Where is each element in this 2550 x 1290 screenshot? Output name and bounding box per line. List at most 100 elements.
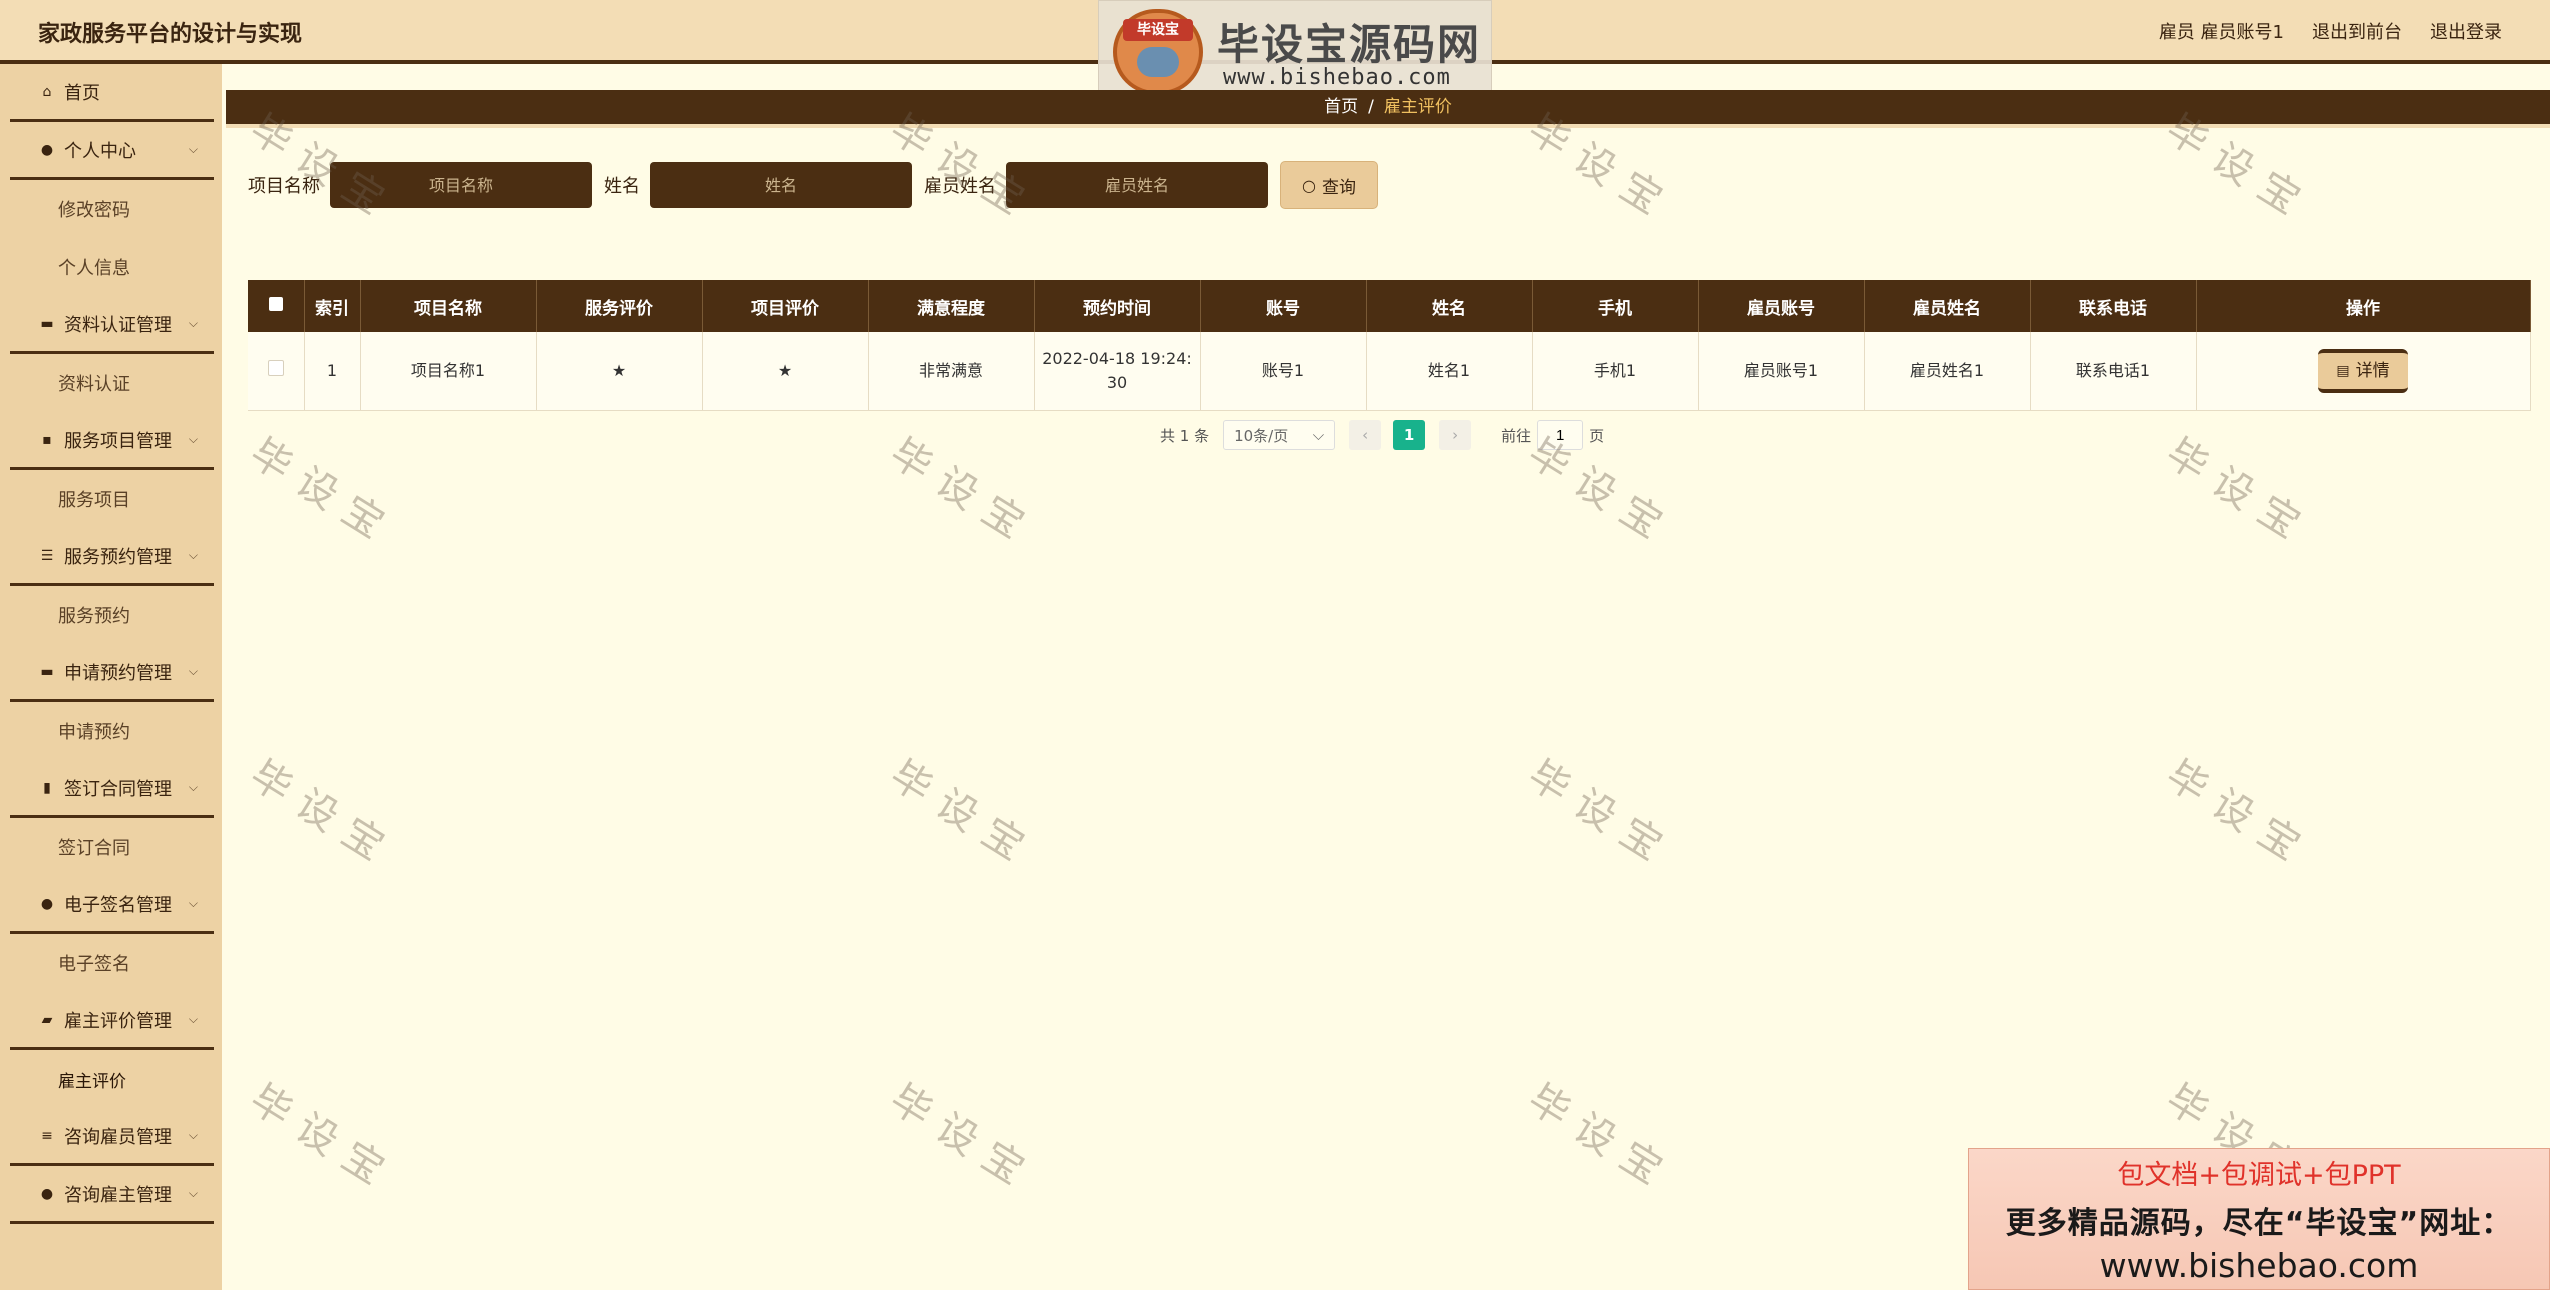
sidebar-group-esign[interactable]: ● 电子签名管理 ⌵ <box>10 876 214 934</box>
select-all-header[interactable] <box>248 280 305 332</box>
column-header: 索引 <box>304 280 361 332</box>
project-name-input[interactable] <box>330 162 592 208</box>
cell-account: 账号1 <box>1200 332 1367 411</box>
back-to-front-link[interactable]: 退出到前台 <box>2312 18 2402 44</box>
app-title: 家政服务平台的设计与实现 <box>38 22 303 47</box>
sidebar-item-service-booking[interactable]: 服务预约 <box>10 586 214 644</box>
logo-name: 毕设宝源码网 <box>1217 20 1482 69</box>
column-header: 满意程度 <box>868 280 1035 332</box>
document-icon: ▤ <box>2336 363 2350 379</box>
sidebar-item-contract[interactable]: 签订合同 <box>10 818 214 876</box>
current-user-label: 雇员 雇员账号1 <box>2158 22 2284 43</box>
column-header: 项目名称 <box>360 280 537 332</box>
next-page-button[interactable]: › <box>1439 420 1472 450</box>
sidebar-item-esign[interactable]: 电子签名 <box>10 934 214 992</box>
list-icon: ≡ <box>41 1127 53 1144</box>
logo-tag: 毕设宝 <box>1123 19 1193 41</box>
cell-name: 姓名1 <box>1366 332 1533 411</box>
review-table: 索引 项目名称 服务评价 项目评价 满意程度 预约时间 账号 姓名 手机 雇员账… <box>248 280 2531 411</box>
employee-name-input[interactable] <box>1006 162 1268 208</box>
sidebar-group-contract[interactable]: ▮ 签订合同管理 ⌵ <box>10 760 214 818</box>
ad-line-offer: 包文档+包调试+包PPT <box>2117 1160 2401 1191</box>
sidebar-group-credential[interactable]: ▬ 资料认证管理 ⌵ <box>10 296 214 354</box>
chat-icon: ▪ <box>42 431 52 448</box>
column-header: 姓名 <box>1366 280 1533 332</box>
cell-actions: ▤ 详情 <box>2196 332 2531 411</box>
cell-booking-time: 2022-04-18 19:24:30 <box>1034 332 1201 411</box>
chevron-right-icon: › <box>1452 426 1459 444</box>
logout-link[interactable]: 退出登录 <box>2430 18 2502 44</box>
sidebar-group-personal[interactable]: ● 个人中心 ⌵ <box>10 122 214 180</box>
bulb-icon: ● <box>40 895 54 912</box>
sidebar-item-change-password[interactable]: 修改密码 <box>10 180 214 238</box>
sidebar-item-credential[interactable]: 资料认证 <box>10 354 214 412</box>
user-icon: ● <box>40 1185 54 1202</box>
breadcrumb-current: 雇主评价 <box>1383 97 1452 117</box>
ad-banner[interactable]: 包文档+包调试+包PPT 更多精品源码，尽在“毕设宝”网址： www.bishe… <box>1968 1148 2550 1290</box>
table-header-row: 索引 项目名称 服务评价 项目评价 满意程度 预约时间 账号 姓名 手机 雇员账… <box>248 280 2531 332</box>
sidebar-item-apply-booking[interactable]: 申请预约 <box>10 702 214 760</box>
sidebar: ⌂ 首页 ● 个人中心 ⌵ 修改密码 个人信息 ▬ 资料认证管理 ⌵ 资料认证 … <box>0 64 222 1290</box>
sidebar-item-employer-review[interactable]: 雇主评价 <box>10 1050 214 1108</box>
sidebar-item-service-project[interactable]: 服务项目 <box>10 470 214 528</box>
pagination: 共 1 条 10条/页 ⌵ ‹ 1 › 前往 页 <box>1160 420 1604 450</box>
cell-employee-name: 雇员姓名1 <box>1864 332 2031 411</box>
user-icon: ● <box>40 141 54 158</box>
chevron-down-icon: ⌵ <box>188 142 198 156</box>
total-count: 共 1 条 <box>1160 426 1210 445</box>
chevron-down-icon: ⌵ <box>188 316 198 330</box>
select-all-checkbox[interactable] <box>268 297 283 311</box>
cell-contact: 联系电话1 <box>2030 332 2197 411</box>
column-header: 雇员账号 <box>1698 280 1865 332</box>
cell-employee-account: 雇员账号1 <box>1698 332 1865 411</box>
chevron-down-icon: ⌵ <box>188 548 198 562</box>
sidebar-item-personal-info[interactable]: 个人信息 <box>10 238 214 296</box>
page-number-current[interactable]: 1 <box>1393 420 1426 450</box>
column-header: 预约时间 <box>1034 280 1201 332</box>
name-input[interactable] <box>650 162 912 208</box>
sidebar-group-service-booking[interactable]: ☰ 服务预约管理 ⌵ <box>10 528 214 586</box>
sidebar-group-employer-review[interactable]: ▰ 雇主评价管理 ⌵ <box>10 992 214 1050</box>
sidebar-item-home[interactable]: ⌂ 首页 <box>10 64 214 122</box>
sliders-icon: ☰ <box>40 547 54 564</box>
cell-index: 1 <box>304 332 361 411</box>
main-content: 首页 / 雇主评价 项目名称 姓名 雇员姓名 ○ 查询 索引 项目名称 服务评价 项… <box>222 64 2550 1290</box>
column-header: 操作 <box>2196 280 2531 332</box>
breadcrumb: 首页 / 雇主评价 <box>226 90 2550 128</box>
column-header: 服务评价 <box>536 280 703 332</box>
row-select-cell[interactable] <box>248 332 305 411</box>
chevron-down-icon: ⌵ <box>188 1186 198 1200</box>
goto-page-input[interactable] <box>1537 420 1584 450</box>
column-header: 雇员姓名 <box>1864 280 2031 332</box>
column-header: 联系电话 <box>2030 280 2197 332</box>
sidebar-group-consult-employer[interactable]: ● 咨询雇主管理 ⌵ <box>10 1166 214 1224</box>
chevron-down-icon: ⌵ <box>1312 426 1325 444</box>
prev-page-button[interactable]: ‹ <box>1349 420 1382 450</box>
chevron-down-icon: ⌵ <box>188 1128 198 1142</box>
breadcrumb-separator: / <box>1368 97 1374 117</box>
goto-label: 前往 <box>1501 426 1532 445</box>
page-size-select[interactable]: 10条/页 ⌵ <box>1223 420 1336 450</box>
column-header: 项目评价 <box>702 280 869 332</box>
chevron-down-icon: ⌵ <box>188 896 198 910</box>
detail-button[interactable]: ▤ 详情 <box>2318 349 2408 393</box>
search-button[interactable]: ○ 查询 <box>1280 161 1378 209</box>
chevron-left-icon: ‹ <box>1362 426 1369 444</box>
column-header: 手机 <box>1532 280 1699 332</box>
search-form: 项目名称 姓名 雇员姓名 ○ 查询 <box>248 161 1378 209</box>
chart-icon: ▮ <box>43 779 51 796</box>
row-checkbox[interactable] <box>267 360 284 376</box>
chevron-down-icon: ⌵ <box>188 780 198 794</box>
sidebar-group-apply-booking[interactable]: ▬ 申请预约管理 ⌵ <box>10 644 214 702</box>
employee-name-label: 雇员姓名 <box>924 176 996 197</box>
sidebar-group-service-project[interactable]: ▪ 服务项目管理 ⌵ <box>10 412 214 470</box>
sidebar-group-consult-employee[interactable]: ≡ 咨询雇员管理 ⌵ <box>10 1108 214 1166</box>
name-label: 姓名 <box>604 176 640 197</box>
monitor-icon: ▬ <box>40 315 54 332</box>
thumb-icon: ▰ <box>41 1011 53 1028</box>
monitor-icon: ▬ <box>40 663 54 680</box>
chevron-down-icon: ⌵ <box>188 1012 198 1026</box>
cell-service-rating: ★ <box>536 332 703 411</box>
column-header: 账号 <box>1200 280 1367 332</box>
breadcrumb-home[interactable]: 首页 <box>1324 97 1358 117</box>
